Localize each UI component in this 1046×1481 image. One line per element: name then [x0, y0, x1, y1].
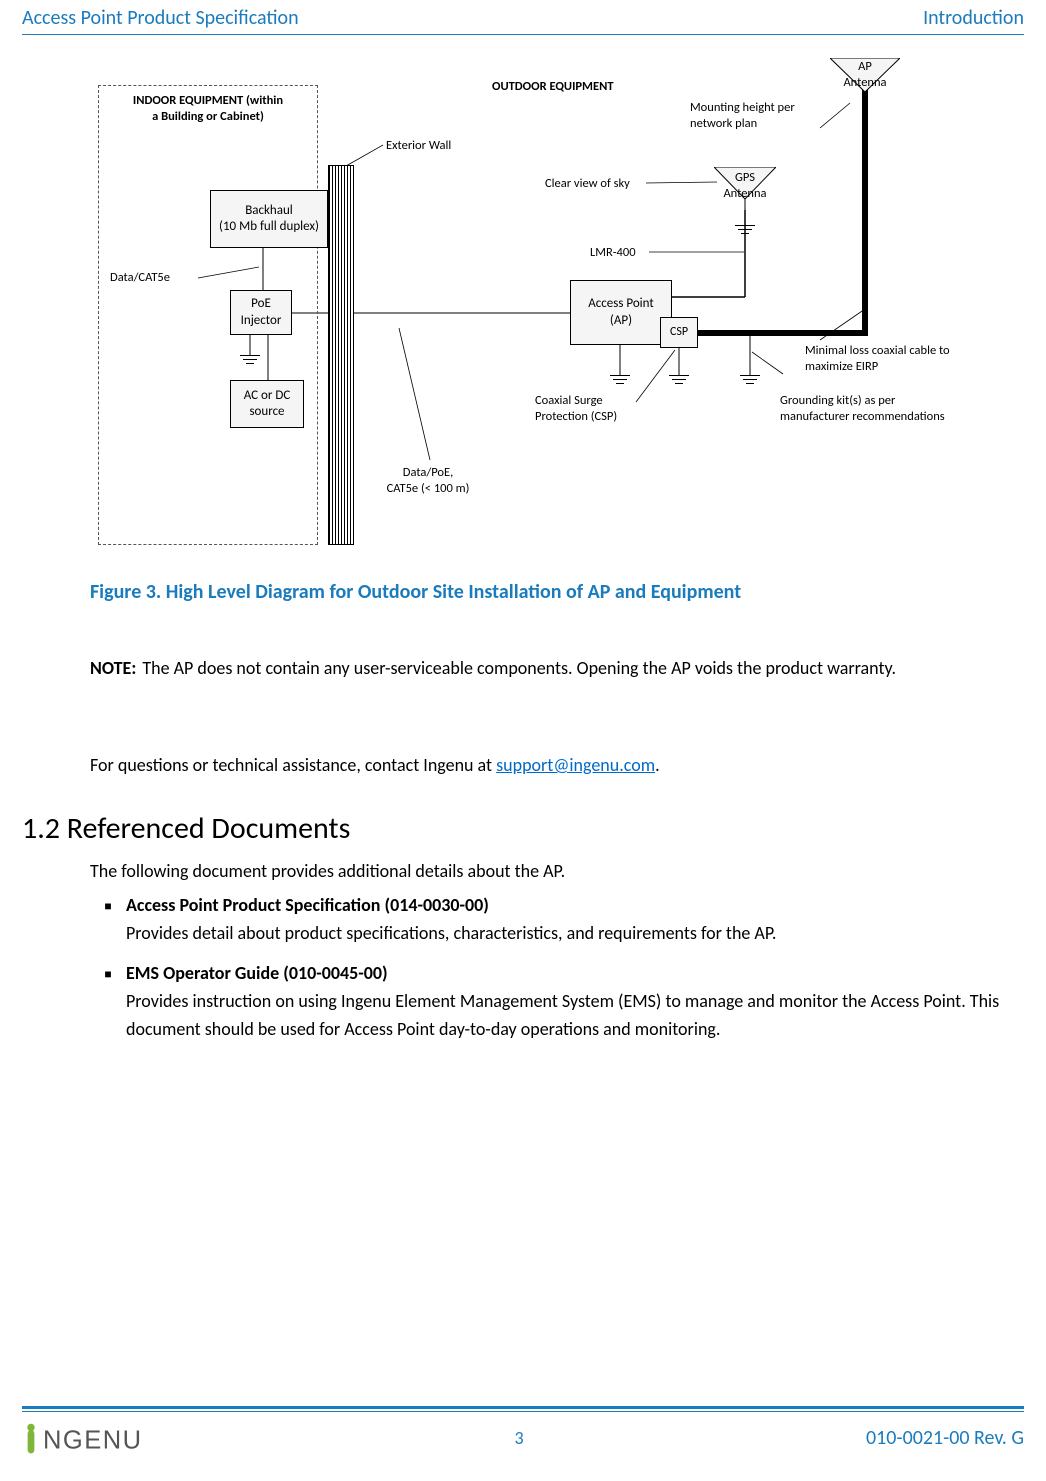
label-csp-full: Coaxial SurgeProtection (CSP) — [535, 393, 655, 424]
label-data-cat5e: Data/CAT5e — [110, 270, 170, 286]
ingenu-logo: NGENU — [22, 1420, 172, 1456]
list-item: ■ EMS Operator Guide (010-0045-00) Provi… — [90, 960, 1006, 1044]
exterior-wall — [328, 165, 354, 545]
poe-injector-box: PoEInjector — [230, 290, 292, 335]
list-item-body: Provides detail about product specificat… — [126, 920, 1006, 948]
note-block: NOTE: The AP does not contain any user-s… — [90, 655, 1006, 683]
page-header: Access Point Product Specification Intro… — [22, 6, 1024, 35]
coax-run-horizontal — [698, 330, 868, 336]
note-body: The AP does not contain any user-service… — [142, 655, 962, 683]
page-footer: NGENU 3 010-0021-00 Rev. G — [22, 1406, 1024, 1463]
indoor-title: INDOOR EQUIPMENT (withina Building or Ca… — [114, 93, 302, 124]
label-clear-sky: Clear view of sky — [545, 176, 630, 192]
label-minimal-loss: Minimal loss coaxial cable tomaximize EI… — [805, 343, 995, 374]
bullet-icon: ■ — [90, 898, 126, 948]
section-heading-1-2: 1.2 Referenced Documents — [22, 810, 350, 847]
svg-text:NGENU: NGENU — [43, 1426, 143, 1454]
list-item-title: EMS Operator Guide (010-0045-00) — [126, 960, 1006, 988]
label-gps-antenna: GPSAntenna — [719, 170, 771, 201]
csp-box: CSP — [660, 317, 698, 348]
referenced-documents-list: ■ Access Point Product Specification (01… — [90, 892, 1006, 1055]
label-grounding-kit: Grounding kit(s) as permanufacturer reco… — [780, 393, 990, 424]
label-lmr400: LMR-400 — [590, 245, 636, 261]
label-ap-antenna: APAntenna — [838, 59, 892, 90]
installation-diagram: INDOOR EQUIPMENT (withina Building or Ca… — [90, 55, 1036, 555]
support-email-link[interactable]: support@ingenu.com — [496, 754, 655, 776]
access-point-box: Access Point(AP) — [570, 280, 672, 345]
outdoor-title: OUTDOOR EQUIPMENT — [492, 79, 614, 95]
figure-caption: Figure 3. High Level Diagram for Outdoor… — [90, 580, 1024, 604]
coax-run-vertical — [862, 88, 868, 336]
header-left: Access Point Product Specification — [22, 6, 299, 30]
support-pre: For questions or technical assistance, c… — [90, 754, 496, 776]
doc-revision: 010-0021-00 Rev. G — [866, 1426, 1024, 1450]
list-item-title: Access Point Product Specification (014-… — [126, 892, 1006, 920]
support-post: . — [655, 754, 660, 776]
backhaul-box: Backhaul(10 Mb full duplex) — [210, 190, 328, 248]
label-mounting-height: Mounting height pernetwork plan — [690, 100, 820, 131]
support-line: For questions or technical assistance, c… — [90, 752, 1006, 780]
list-item: ■ Access Point Product Specification (01… — [90, 892, 1006, 948]
header-right: Introduction — [923, 6, 1024, 30]
label-exterior-wall: Exterior Wall — [386, 138, 451, 154]
label-data-poe: Data/PoE,CAT5e (< 100 m) — [373, 465, 483, 496]
page-number: 3 — [514, 1427, 523, 1449]
note-label: NOTE: — [90, 657, 136, 679]
section-1-2-intro: The following document provides addition… — [90, 860, 1006, 882]
bullet-icon: ■ — [90, 966, 126, 1044]
list-item-body: Provides instruction on using Ingenu Ele… — [126, 988, 1006, 1044]
ac-dc-source-box: AC or DCsource — [230, 380, 304, 428]
